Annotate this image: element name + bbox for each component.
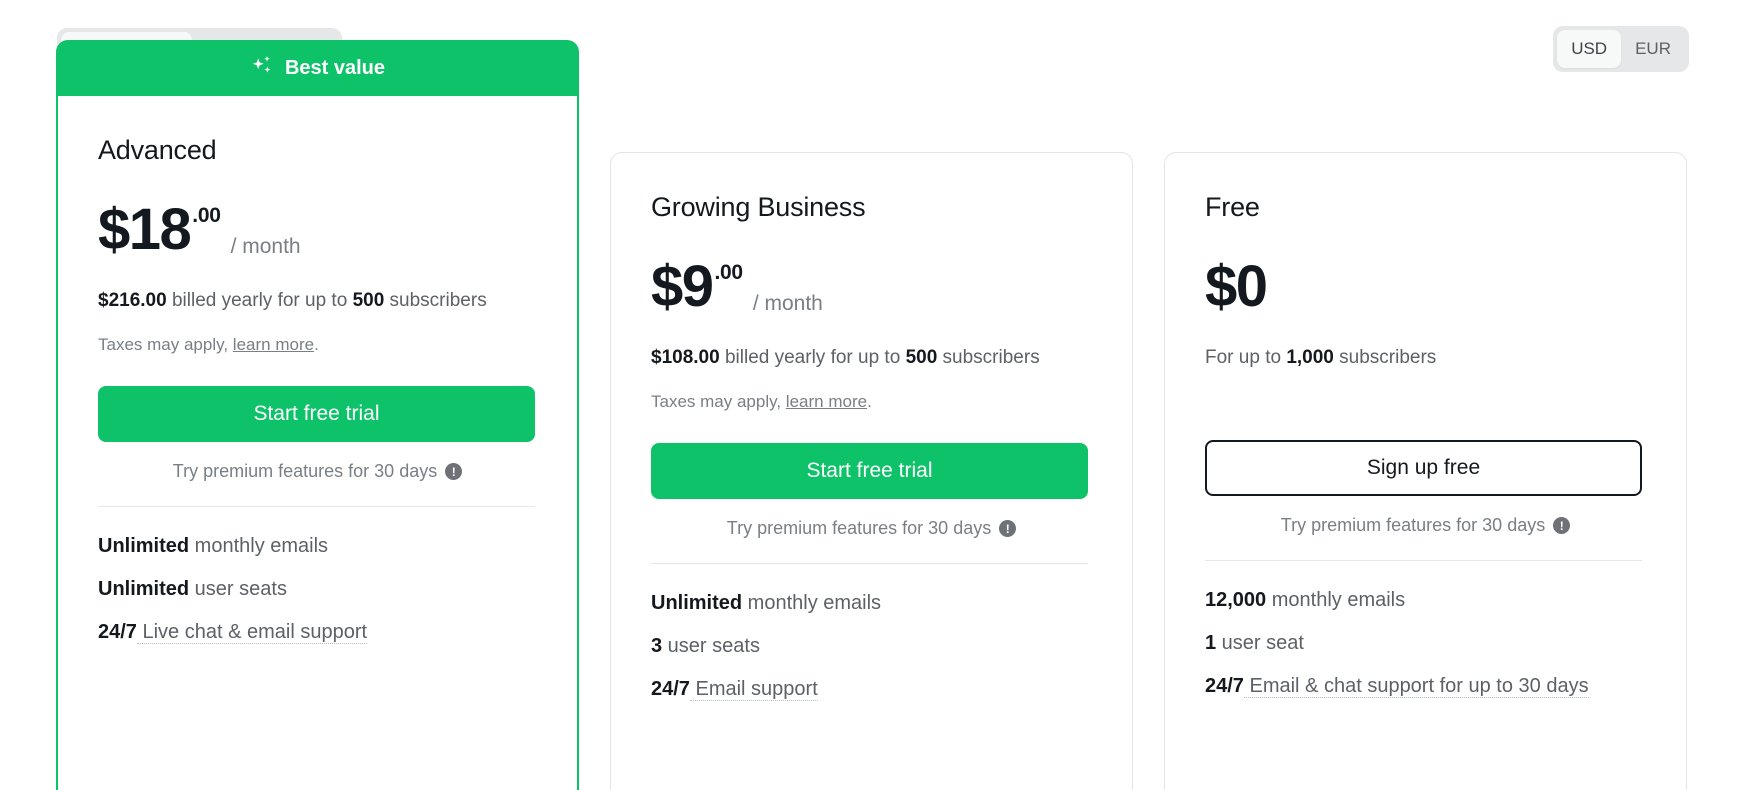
trial-label: Try premium features for 30 days bbox=[1280, 515, 1546, 536]
plan-name: Growing Business bbox=[651, 192, 866, 222]
trial-label: Try premium features for 30 days bbox=[726, 518, 992, 539]
best-value-banner: Best value bbox=[56, 40, 579, 96]
billed-quantity: 500 bbox=[352, 289, 385, 311]
billed-suffix: subscribers bbox=[937, 346, 1040, 368]
feature-strong: 12,000 bbox=[1205, 589, 1267, 612]
feature-list: 12,000 monthly emails 1 user seat 24/7 E… bbox=[1205, 587, 1646, 700]
taxes-note: Taxes may apply, learn more. bbox=[651, 392, 1092, 412]
currency-option-eur[interactable]: EUR bbox=[1621, 30, 1685, 68]
pricing-page: Billed yearly Billed monthly Save 10% by… bbox=[0, 0, 1756, 790]
billed-note: $108.00 billed yearly for up to 500 subs… bbox=[651, 345, 1051, 371]
taxes-prefix: Taxes may apply, bbox=[98, 335, 233, 355]
feature-text: monthly emails bbox=[189, 535, 329, 558]
taxes-spacer bbox=[1205, 370, 1646, 409]
sparkle-icon bbox=[250, 53, 274, 83]
plan-name: Advanced bbox=[98, 135, 217, 165]
price-amount: $9 bbox=[651, 253, 714, 319]
divider bbox=[651, 563, 1088, 565]
trial-note: Try premium features for 30 days ! bbox=[651, 518, 1092, 539]
currency-toggle[interactable]: USD EUR bbox=[1553, 26, 1689, 72]
list-item: Unlimited user seats bbox=[98, 576, 518, 603]
billed-quantity: 500 bbox=[905, 346, 938, 368]
feature-strong: 24/7 bbox=[1205, 675, 1244, 698]
sign-up-free-button[interactable]: Sign up free bbox=[1205, 440, 1642, 497]
currency-option-usd[interactable]: USD bbox=[1557, 30, 1622, 68]
billed-quantity: 1,000 bbox=[1286, 346, 1334, 368]
list-item: Unlimited monthly emails bbox=[98, 533, 518, 560]
learn-more-link[interactable]: learn more bbox=[233, 335, 314, 354]
start-free-trial-button[interactable]: Start free trial bbox=[651, 443, 1088, 500]
feature-strong: Unlimited bbox=[98, 578, 190, 601]
price-period: / month bbox=[230, 234, 301, 258]
billed-amount: $216.00 bbox=[98, 289, 167, 311]
info-icon[interactable]: ! bbox=[999, 520, 1017, 538]
feature-text: user seats bbox=[662, 635, 760, 658]
price-amount: $0 bbox=[1205, 253, 1268, 319]
price-cents: .00 bbox=[714, 260, 744, 284]
feature-text-tooltip[interactable]: Live chat & email support bbox=[136, 621, 368, 645]
best-value-label: Best value bbox=[284, 56, 386, 79]
taxes-suffix: . bbox=[867, 392, 872, 412]
pricing-cards: Best value Advanced $18 .00 / month $216… bbox=[0, 40, 1756, 790]
feature-strong: 24/7 bbox=[651, 678, 690, 701]
feature-text-tooltip[interactable]: Email support bbox=[689, 678, 818, 702]
feature-strong: 3 bbox=[651, 635, 663, 658]
trial-label: Try premium features for 30 days bbox=[172, 461, 438, 482]
divider bbox=[98, 506, 535, 508]
price-amount: $18 bbox=[98, 196, 192, 262]
list-item: 3 user seats bbox=[651, 633, 1071, 660]
feature-text: user seat bbox=[1216, 632, 1304, 655]
price-period: / month bbox=[752, 291, 823, 315]
feature-list: Unlimited monthly emails 3 user seats 24… bbox=[651, 590, 1092, 703]
plan-name: Free bbox=[1205, 192, 1260, 222]
pricing-card-growing-business: Growing Business $9 .00 / month $108.00 … bbox=[610, 152, 1133, 790]
feature-text: monthly emails bbox=[742, 592, 882, 615]
feature-strong: Unlimited bbox=[98, 535, 190, 558]
plan-price: $0 bbox=[1205, 253, 1646, 321]
billed-prefix: For up to bbox=[1205, 346, 1287, 368]
info-icon[interactable]: ! bbox=[445, 463, 463, 481]
learn-more-link[interactable]: learn more bbox=[786, 392, 867, 411]
billed-amount: $108.00 bbox=[651, 346, 720, 368]
feature-strong: 24/7 bbox=[98, 621, 137, 644]
taxes-note: Taxes may apply, learn more. bbox=[98, 335, 537, 355]
billed-suffix: subscribers bbox=[384, 289, 487, 311]
list-item: 24/7 Email & chat support for up to 30 d… bbox=[1205, 673, 1625, 700]
feature-text-tooltip[interactable]: Email & chat support for up to 30 days bbox=[1243, 675, 1589, 699]
divider bbox=[1205, 560, 1642, 562]
plan-price: $9 .00 / month bbox=[651, 253, 1092, 321]
list-item: Unlimited monthly emails bbox=[651, 590, 1071, 617]
feature-text: monthly emails bbox=[1266, 589, 1406, 612]
plan-price: $18 .00 / month bbox=[98, 196, 537, 264]
taxes-suffix: . bbox=[314, 335, 319, 355]
list-item: 24/7 Live chat & email support bbox=[98, 619, 518, 646]
start-free-trial-button[interactable]: Start free trial bbox=[98, 386, 535, 443]
billed-middle: billed yearly for up to bbox=[719, 346, 906, 368]
billed-note: $216.00 billed yearly for up to 500 subs… bbox=[98, 288, 498, 314]
info-icon[interactable]: ! bbox=[1553, 517, 1571, 535]
list-item: 24/7 Email support bbox=[651, 676, 1071, 703]
billed-middle: billed yearly for up to bbox=[166, 289, 353, 311]
feature-strong: 1 bbox=[1205, 632, 1217, 655]
price-cents: .00 bbox=[192, 203, 221, 227]
list-item: 12,000 monthly emails bbox=[1205, 587, 1625, 614]
billed-note: For up to 1,000 subscribers bbox=[1205, 345, 1605, 371]
feature-strong: Unlimited bbox=[651, 592, 743, 615]
trial-note: Try premium features for 30 days ! bbox=[1205, 515, 1646, 536]
pricing-card-advanced: Best value Advanced $18 .00 / month $216… bbox=[56, 40, 579, 790]
feature-text: user seats bbox=[189, 578, 287, 601]
feature-list: Unlimited monthly emails Unlimited user … bbox=[98, 533, 537, 646]
billed-suffix: subscribers bbox=[1333, 346, 1437, 368]
pricing-card-free: Free $0 For up to 1,000 subscribers Sign… bbox=[1164, 152, 1687, 790]
taxes-prefix: Taxes may apply, bbox=[651, 392, 786, 412]
list-item: 1 user seat bbox=[1205, 630, 1625, 657]
trial-note: Try premium features for 30 days ! bbox=[98, 461, 537, 482]
